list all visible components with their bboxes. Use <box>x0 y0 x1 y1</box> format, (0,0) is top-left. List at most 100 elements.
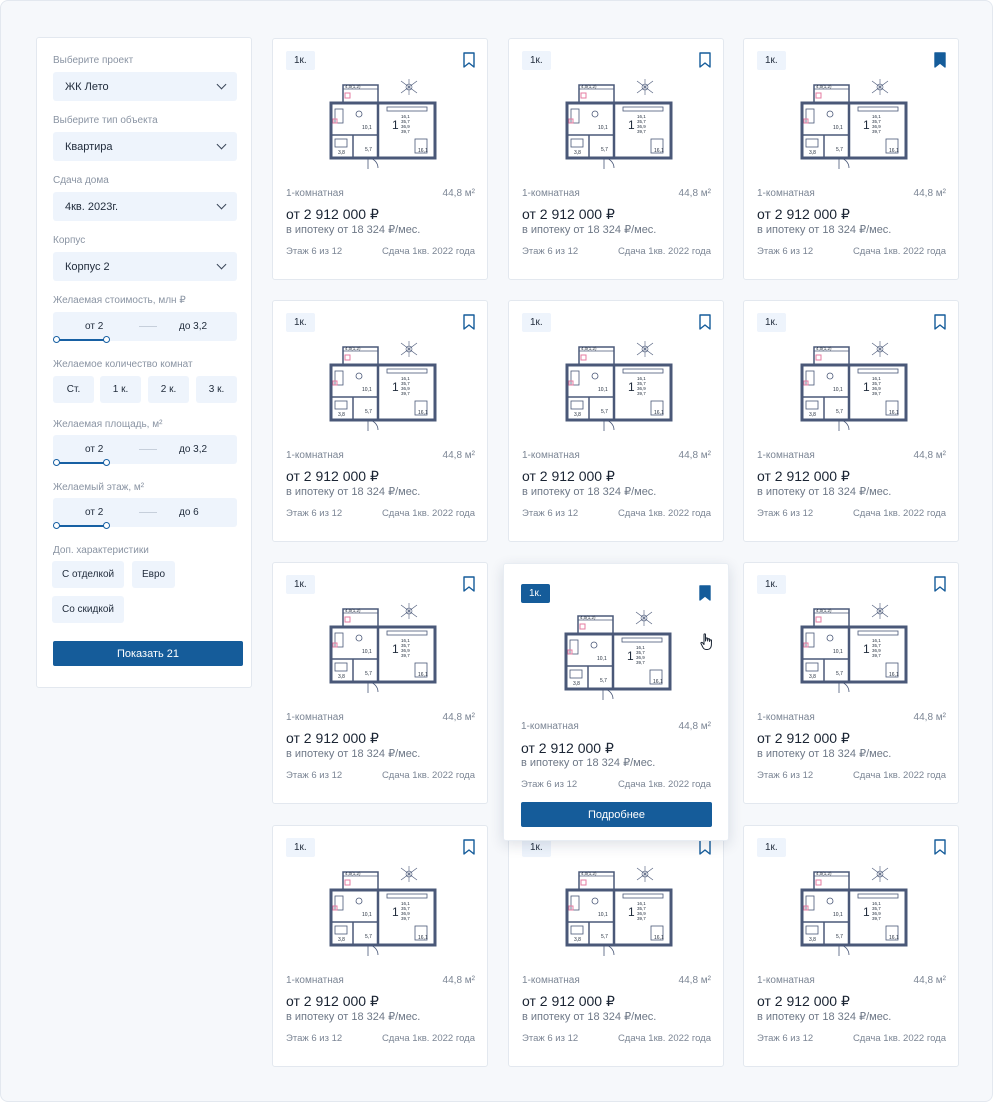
bookmark-icon[interactable] <box>699 52 711 68</box>
room-badge: 1к. <box>757 51 786 70</box>
rooms-option-1[interactable]: 1 к. <box>100 376 141 403</box>
apartment-type: 1-комнатная <box>757 975 815 986</box>
apartment-price: от 2 912 000 ₽ <box>286 468 379 484</box>
range-separator <box>139 512 157 513</box>
apartment-card[interactable]: 1к. 4,0(1,2) 10,1 5,7 3,8 16,1 1 16,1 35… <box>508 38 724 280</box>
rooms-option-studio[interactable]: Ст. <box>53 376 94 403</box>
floor-plan-image: 4,0(1,2) 10,1 5,7 3,8 16,1 1 16,1 35,7 3… <box>565 866 673 956</box>
floor-info: Этаж 6 из 12 <box>522 508 579 519</box>
show-results-button[interactable]: Показать 21 <box>53 641 243 666</box>
plan-label-corridor: 5,7 <box>836 409 843 415</box>
floor-label: Желаемый этаж, м² <box>53 482 145 493</box>
bookmark-icon[interactable] <box>934 52 946 68</box>
object-type-value: Квартира <box>65 140 113 153</box>
bookmark-icon[interactable] <box>934 576 946 592</box>
completion-info: Сдача 1кв. 2022 года <box>617 246 711 257</box>
area-from[interactable]: от 2 <box>85 444 103 455</box>
slider-handle-min[interactable] <box>53 336 60 343</box>
room-badge: 1к. <box>286 838 315 857</box>
range-separator <box>139 326 157 327</box>
plan-label-room-no: 1 <box>392 118 399 132</box>
bookmark-icon[interactable] <box>463 839 475 855</box>
floor-plan-image: 4,0(1,2) 10,1 5,7 3,8 16,1 1 16,1 35,7 3… <box>329 866 437 956</box>
rooms-label: Желаемое количество комнат <box>53 359 193 370</box>
plan-label-area-4: 39,7 <box>872 391 881 396</box>
apartment-type: 1-комнатная <box>522 975 580 986</box>
price-slider[interactable] <box>53 336 110 344</box>
apartment-card[interactable]: 1к. 4,0(1,2) 10,1 5,7 3,8 16,1 1 16,1 35… <box>272 300 488 542</box>
page-frame: Выберите проект ЖК Лето Выберите тип объ… <box>0 0 993 1102</box>
plan-label-room-no: 1 <box>628 380 635 394</box>
bookmark-icon[interactable] <box>699 314 711 330</box>
apartment-price: от 2 912 000 ₽ <box>521 740 614 756</box>
bookmark-icon[interactable] <box>463 52 475 68</box>
apartment-card[interactable]: 1к. 4,0(1,2) 10,1 5,7 3,8 16,1 1 16,1 35… <box>508 825 724 1067</box>
chip-euro[interactable]: Евро <box>132 561 176 588</box>
floor-slider[interactable] <box>53 522 110 530</box>
plan-label-living: 10,1 <box>833 649 843 655</box>
rooms-option-2[interactable]: 2 к. <box>148 376 189 403</box>
plan-label-balcony: 4,0(1,2) <box>581 84 597 89</box>
apartment-price: от 2 912 000 ₽ <box>522 993 615 1009</box>
plan-label-room-no: 1 <box>628 118 635 132</box>
apartment-card[interactable]: 1к. 4,0(1,2) 10,1 5,7 3,8 16,1 1 16,1 35… <box>743 300 959 542</box>
building-select[interactable]: Корпус 2 <box>53 252 237 281</box>
apartment-card[interactable]: 1к. 4,0(1,2) 10,1 5,7 3,8 16,1 1 16,1 35… <box>272 825 488 1067</box>
slider-handle-max[interactable] <box>103 522 110 529</box>
chip-discount[interactable]: Со скидкой <box>52 596 124 623</box>
project-select[interactable]: ЖК Лето <box>53 72 237 101</box>
bookmark-icon[interactable] <box>463 314 475 330</box>
apartment-card[interactable]: 1к. 4,0(1,2) 10,1 5,7 3,8 16,1 1 16,1 35… <box>508 300 724 542</box>
plan-label-kitchen: 16,1 <box>889 935 899 941</box>
plan-label-bath: 3,8 <box>338 412 345 418</box>
completion-select[interactable]: 4кв. 2023г. <box>53 192 237 221</box>
plan-label-corridor: 5,7 <box>365 671 372 677</box>
bookmark-icon[interactable] <box>699 585 711 601</box>
details-button[interactable]: Подробнее <box>521 802 712 827</box>
bookmark-icon[interactable] <box>934 314 946 330</box>
apartment-type: 1-комнатная <box>286 188 344 199</box>
mortgage-price: в ипотеку от 18 324 ₽/мес. <box>522 224 657 236</box>
chip-finishing[interactable]: С отделкой <box>52 561 125 588</box>
mortgage-price: в ипотеку от 18 324 ₽/мес. <box>286 486 421 498</box>
plan-label-corridor: 5,7 <box>365 409 372 415</box>
area-to[interactable]: до 3,2 <box>179 444 207 455</box>
plan-label-living: 10,1 <box>362 912 372 918</box>
slider-handle-max[interactable] <box>103 459 110 466</box>
plan-label-bath: 3,8 <box>809 937 816 943</box>
apartment-card[interactable]: 1к. 4,0(1,2) 10,1 5,7 3,8 16,1 1 16,1 35… <box>743 825 959 1067</box>
apartment-card[interactable]: 1к. 4,0(1,2) 10,1 5,7 3,8 16,1 1 16,1 35… <box>743 562 959 804</box>
slider-handle-min[interactable] <box>53 459 60 466</box>
apartment-card[interactable]: 1к. 4,0(1,2) 10,1 5,7 3,8 16,1 1 16,1 35… <box>272 562 488 804</box>
rooms-option-3[interactable]: 3 к. <box>196 376 237 403</box>
filter-sidebar: Выберите проект ЖК Лето Выберите тип объ… <box>36 37 252 688</box>
plan-label-bath: 3,8 <box>338 674 345 680</box>
apartment-card[interactable]: 1к. 4,0(1,2) 10,1 5,7 3,8 16,1 1 16,1 35… <box>272 38 488 280</box>
apartment-price: от 2 912 000 ₽ <box>286 206 379 222</box>
apartment-card[interactable]: 1к. 4,0(1,2) 10,1 5,7 3,8 16,1 1 16,1 35… <box>503 563 729 841</box>
completion-value: 4кв. 2023г. <box>65 200 119 213</box>
slider-handle-max[interactable] <box>103 336 110 343</box>
floor-info: Этаж 6 из 12 <box>286 508 343 519</box>
apartment-card[interactable]: 1к. 4,0(1,2) 10,1 5,7 3,8 16,1 1 16,1 35… <box>743 38 959 280</box>
object-type-select[interactable]: Квартира <box>53 132 237 161</box>
completion-info: Сдача 1кв. 2022 года <box>852 1033 946 1044</box>
bookmark-icon[interactable] <box>463 576 475 592</box>
plan-label-corridor: 5,7 <box>601 147 608 153</box>
slider-handle-min[interactable] <box>53 522 60 529</box>
plan-label-corridor: 5,7 <box>836 671 843 677</box>
apartment-area: 44,8 м² <box>678 975 711 986</box>
plan-label-corridor: 5,7 <box>601 934 608 940</box>
price-to[interactable]: до 3,2 <box>179 321 207 332</box>
floor-from[interactable]: от 2 <box>85 507 103 518</box>
room-badge: 1к. <box>757 838 786 857</box>
mortgage-price: в ипотеку от 18 324 ₽/мес. <box>757 224 892 236</box>
bookmark-icon[interactable] <box>699 839 711 855</box>
price-from[interactable]: от 2 <box>85 321 103 332</box>
mortgage-price: в ипотеку от 18 324 ₽/мес. <box>521 757 656 769</box>
floor-to[interactable]: до 6 <box>179 507 199 518</box>
bookmark-icon[interactable] <box>934 839 946 855</box>
floor-plan-image: 4,0(1,2) 10,1 5,7 3,8 16,1 1 16,1 35,7 3… <box>565 79 673 169</box>
area-slider[interactable] <box>53 459 110 467</box>
plan-label-living: 10,1 <box>362 125 372 131</box>
